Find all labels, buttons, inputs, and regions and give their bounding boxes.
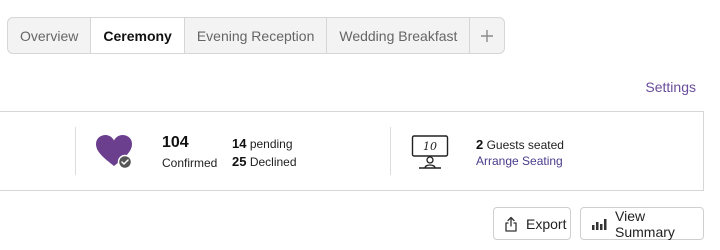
export-label: Export <box>526 215 567 232</box>
export-button[interactable]: Export <box>493 207 571 240</box>
view-summary-button[interactable]: View Summary <box>580 207 704 240</box>
plus-icon <box>481 29 494 42</box>
settings-link[interactable]: Settings <box>645 79 696 95</box>
tab-ceremony[interactable]: Ceremony <box>91 18 185 53</box>
event-tabs: Overview Ceremony Evening Reception Wedd… <box>7 17 506 54</box>
view-summary-label: View Summary <box>615 207 675 240</box>
pending-count: 14 <box>232 136 247 151</box>
bar-chart-icon <box>592 218 607 230</box>
declined-stat: 25 Declined <box>232 154 297 169</box>
add-tab-button[interactable] <box>470 18 504 53</box>
arrange-seating-link[interactable]: Arrange Seating <box>476 154 563 168</box>
tab-evening-reception[interactable]: Evening Reception <box>185 18 328 53</box>
seated-count: 2 <box>476 137 484 152</box>
seating-plan-icon: 10 <box>411 135 449 169</box>
declined-count: 25 <box>232 154 247 169</box>
pending-label: pending <box>249 137 293 151</box>
declined-label: Declined <box>249 155 297 169</box>
pending-stat: 14 pending <box>232 136 293 151</box>
seated-label: Guests seated <box>486 138 564 152</box>
guest-stats-panel: 104 Confirmed 14 pending 25 Declined 10 … <box>0 111 704 191</box>
export-icon <box>505 216 517 232</box>
confirmed-count: 104 <box>162 134 189 151</box>
confirmed-label: Confirmed <box>162 156 218 170</box>
tab-wedding-breakfast[interactable]: Wedding Breakfast <box>327 18 471 53</box>
table-number: 10 <box>423 140 437 153</box>
divider <box>390 127 391 175</box>
heart-check-icon <box>96 135 133 170</box>
guests-seated-stat: 2 Guests seated <box>476 137 564 152</box>
divider <box>75 127 76 175</box>
tab-overview[interactable]: Overview <box>8 18 92 53</box>
